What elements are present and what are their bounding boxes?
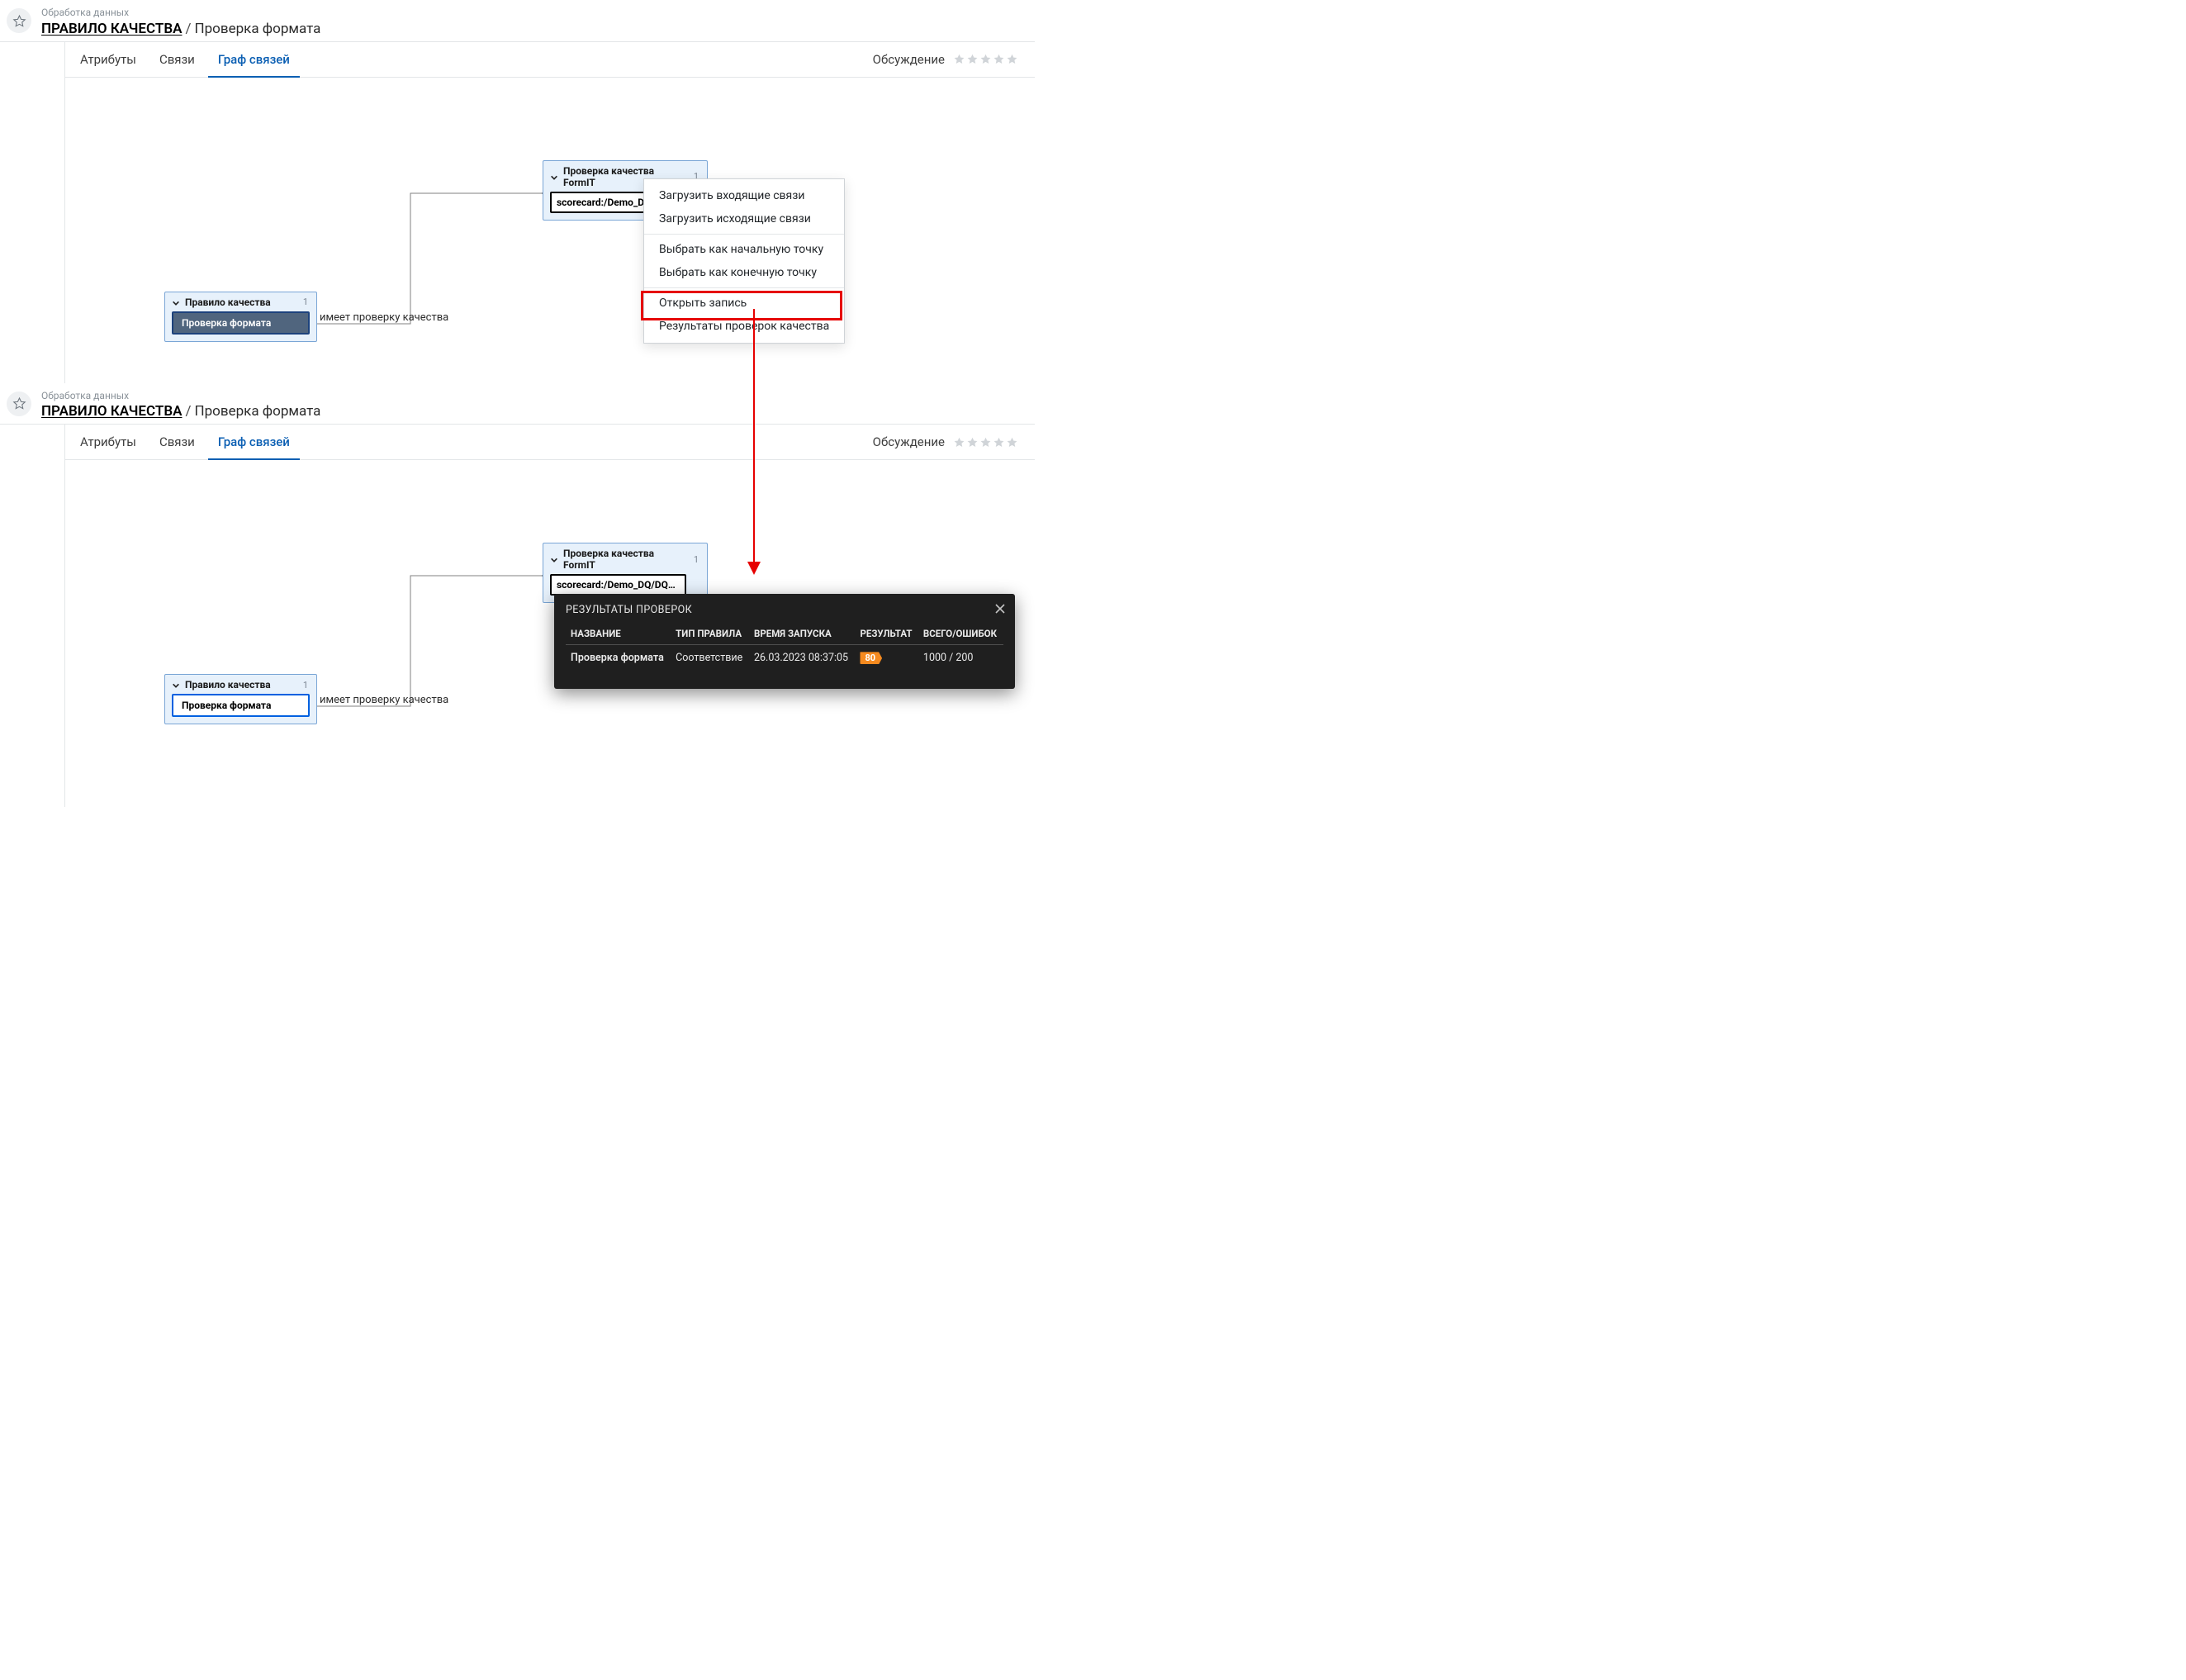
col-name: НАЗВАНИЕ — [566, 623, 671, 645]
chevron-down-icon[interactable] — [550, 173, 558, 181]
graph-canvas[interactable]: Правило качества 1 Проверка формата имее… — [65, 78, 1035, 383]
tab-graph[interactable]: Граф связей — [206, 425, 301, 459]
tab-bar: Атрибуты Связи Граф связей Обсуждение — [65, 425, 1035, 460]
breadcrumb-name: Проверка формата — [195, 21, 321, 37]
edge-label: имеет проверку качества — [320, 311, 448, 324]
breadcrumb-row: Обработка данных ПРАВИЛО КАЧЕСТВА/Провер… — [0, 383, 1035, 425]
graph-block-count: 1 — [301, 297, 310, 307]
star-icon — [12, 14, 26, 28]
star-icon — [1006, 53, 1018, 65]
star-icon — [12, 396, 26, 411]
col-result: РЕЗУЛЬТАТ — [855, 623, 918, 645]
col-time: ВРЕМЯ ЗАПУСКА — [749, 623, 856, 645]
star-icon — [993, 53, 1005, 65]
favorite-button[interactable] — [7, 392, 31, 416]
chevron-down-icon[interactable] — [172, 681, 180, 689]
menu-item-select-end[interactable]: Выбрать как конечную точку — [644, 261, 844, 284]
results-title: РЕЗУЛЬТАТЫ ПРОВЕРОК — [566, 604, 1003, 616]
breadcrumb-name: Проверка формата — [195, 403, 321, 420]
close-icon — [993, 602, 1007, 615]
graph-block-count: 1 — [692, 554, 700, 565]
graph-block-title: Правило качества — [185, 679, 271, 691]
graph-node-rule[interactable]: Проверка формата — [172, 694, 310, 717]
graph-block-count: 1 — [301, 680, 310, 691]
tab-links[interactable]: Связи — [148, 42, 206, 77]
tab-attributes[interactable]: Атрибуты — [69, 42, 148, 77]
results-popover: РЕЗУЛЬТАТЫ ПРОВЕРОК НАЗВАНИЕ ТИП ПРАВИЛА… — [554, 594, 1015, 689]
star-icon — [993, 436, 1005, 448]
results-table: НАЗВАНИЕ ТИП ПРАВИЛА ВРЕМЯ ЗАПУСКА РЕЗУЛ… — [566, 623, 1003, 671]
menu-item-load-incoming[interactable]: Загрузить входящие связи — [644, 184, 844, 207]
rating-stars[interactable] — [953, 53, 1020, 65]
annotation-arrow — [739, 309, 772, 590]
rating-stars[interactable] — [953, 436, 1020, 448]
cell-type: Соответствие — [671, 645, 749, 672]
close-button[interactable] — [993, 602, 1007, 615]
col-type: ТИП ПРАВИЛА — [671, 623, 749, 645]
cell-time: 26.03.2023 08:37:05 — [749, 645, 856, 672]
menu-item-load-outgoing[interactable]: Загрузить исходящие связи — [644, 207, 844, 230]
cell-name: Проверка формата — [566, 645, 671, 672]
breadcrumb-category: Обработка данных — [41, 390, 320, 403]
cell-result: 80 — [855, 645, 918, 672]
breadcrumb-category: Обработка данных — [41, 7, 320, 20]
tab-attributes[interactable]: Атрибуты — [69, 425, 148, 459]
star-icon — [953, 436, 965, 448]
chevron-down-icon[interactable] — [550, 555, 558, 563]
col-total: ВСЕГО/ОШИБОК — [918, 623, 1003, 645]
tab-discuss[interactable]: Обсуждение — [873, 434, 953, 449]
breadcrumb-entity-link[interactable]: ПРАВИЛО КАЧЕСТВА — [41, 403, 182, 420]
tab-discuss[interactable]: Обсуждение — [873, 52, 953, 67]
edge-label: имеет проверку качества — [320, 694, 448, 706]
menu-separator — [644, 234, 844, 235]
favorite-button[interactable] — [7, 8, 31, 33]
graph-edge — [314, 576, 544, 706]
graph-block-rule[interactable]: Правило качества 1 Проверка формата — [164, 292, 317, 342]
table-row[interactable]: Проверка формата Соответствие 26.03.2023… — [566, 645, 1003, 672]
graph-block-rule[interactable]: Правило качества 1 Проверка формата — [164, 674, 317, 724]
graph-edge — [314, 193, 544, 324]
breadcrumb-entity-link[interactable]: ПРАВИЛО КАЧЕСТВА — [41, 21, 182, 37]
star-icon — [979, 436, 992, 448]
graph-block-title: Проверка качества FormIT — [563, 548, 687, 571]
star-icon — [953, 53, 965, 65]
tab-bar: Атрибуты Связи Граф связей Обсуждение — [65, 42, 1035, 78]
graph-node-check[interactable]: scorecard:/Demo_DQ/DQ… — [550, 574, 686, 596]
menu-item-select-start[interactable]: Выбрать как начальную точку — [644, 238, 844, 261]
graph-block-title: Правило качества — [185, 297, 271, 308]
menu-separator — [644, 287, 844, 288]
cell-total: 1000 / 200 — [918, 645, 1003, 672]
graph-node-rule[interactable]: Проверка формата — [172, 311, 310, 335]
breadcrumb-row: Обработка данных ПРАВИЛО КАЧЕСТВА/Провер… — [0, 0, 1035, 42]
chevron-down-icon[interactable] — [172, 298, 180, 306]
star-icon — [979, 53, 992, 65]
star-icon — [966, 53, 979, 65]
result-badge: 80 — [860, 652, 882, 664]
tab-links[interactable]: Связи — [148, 425, 206, 459]
star-icon — [1006, 436, 1018, 448]
tab-graph[interactable]: Граф связей — [206, 42, 301, 77]
star-icon — [966, 436, 979, 448]
graph-canvas[interactable]: Правило качества 1 Проверка формата имее… — [65, 460, 1035, 807]
